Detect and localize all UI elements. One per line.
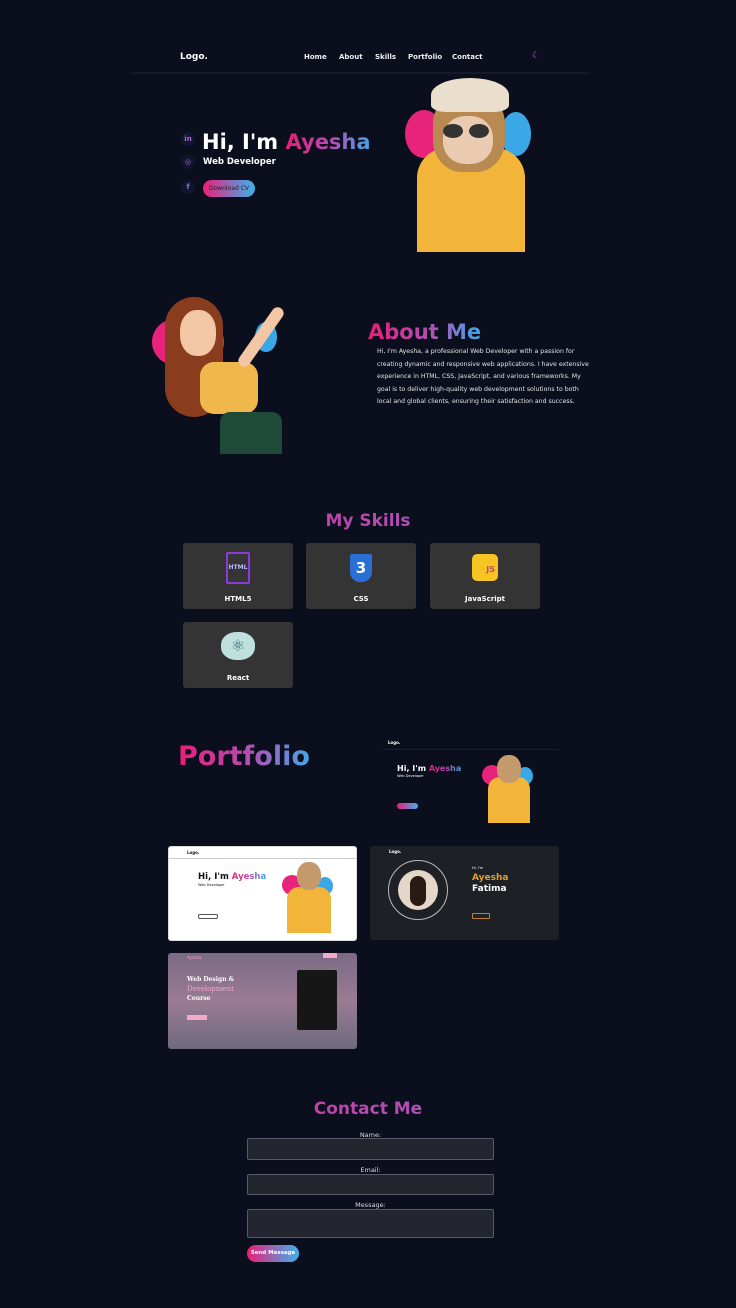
nav-contact[interactable]: Contact <box>452 53 483 61</box>
portfolio-project-3[interactable]: Logo. Hi, I'm Ayesha Fatima <box>370 846 559 940</box>
nav-about[interactable]: About <box>339 53 363 61</box>
email-label: Email: <box>360 1166 381 1174</box>
hero-title: Hi, I'm Ayesha <box>202 130 371 154</box>
html5-icon: HTML <box>226 552 250 584</box>
header-divider <box>130 72 590 74</box>
portfolio-project-1[interactable]: Logo. Hi, I'm Ayesha Web Developer <box>382 737 558 829</box>
skill-label: React <box>226 674 250 682</box>
instagram-icon[interactable]: ◎ <box>181 155 195 169</box>
portfolio-project-2[interactable]: Logo. Hi, I'm Ayesha Web Developer <box>168 846 357 941</box>
skill-card-html5: HTML HTML5 <box>183 543 293 609</box>
about-title: About Me <box>368 320 482 344</box>
skill-card-css: 3 CSS <box>306 543 416 609</box>
thumb-logo: Logo. <box>389 849 402 854</box>
hero-photo <box>405 78 531 253</box>
nav-skills[interactable]: Skills <box>375 53 396 61</box>
send-message-button[interactable]: Send Message <box>247 1245 299 1262</box>
thumb-name: Ayesha <box>472 873 509 883</box>
thumb-intro: Hi, I'm <box>472 866 484 870</box>
thumb-title: Hi, I'm Ayesha <box>198 872 267 882</box>
skill-label: CSS <box>353 595 369 603</box>
nav-home[interactable]: Home <box>304 53 327 61</box>
css3-icon: 3 <box>350 554 372 582</box>
thumb-title: Course <box>187 995 211 1002</box>
thumb-title: Hi, I'm Ayesha <box>397 764 462 773</box>
skills-title: My Skills <box>0 511 736 531</box>
hero-role: Web Developer <box>203 157 276 167</box>
thumb-surname: Fatima <box>472 884 507 894</box>
logo[interactable]: Logo. <box>180 52 208 62</box>
message-label: Message: <box>355 1201 386 1209</box>
message-textarea[interactable] <box>247 1209 494 1238</box>
moon-icon[interactable]: ☾ <box>532 51 540 61</box>
javascript-icon: JS <box>472 554 498 581</box>
portfolio-project-4[interactable]: Ayesha Web Design & Development Course <box>168 953 357 1049</box>
thumb-role: Web Developer <box>397 774 424 778</box>
facebook-icon[interactable]: f <box>181 180 195 194</box>
react-icon: ⚛ <box>221 632 255 660</box>
about-text: Hi, I'm Ayesha, a professional Web Devel… <box>377 348 589 405</box>
contact-title: Contact Me <box>0 1099 736 1119</box>
skill-card-javascript: JS JavaScript <box>430 543 540 609</box>
thumb-logo: Logo. <box>187 850 200 855</box>
skill-label: JavaScript <box>464 595 505 603</box>
thumb-logo: Logo. <box>388 740 401 745</box>
name-input[interactable] <box>247 1138 494 1160</box>
thumb-role: Web Developer <box>198 883 225 887</box>
portfolio-title: Portfolio <box>178 741 310 772</box>
thumb-logo: Ayesha <box>187 955 202 960</box>
about-illustration <box>150 292 330 454</box>
skill-card-react: ⚛ React <box>183 622 293 688</box>
skill-label: HTML5 <box>224 595 252 603</box>
download-cv-button[interactable]: Download CV <box>203 180 255 197</box>
email-input[interactable] <box>247 1174 494 1195</box>
nav-portfolio[interactable]: Portfolio <box>408 53 442 61</box>
thumb-title: Web Design & <box>187 976 235 983</box>
thumb-title: Development <box>187 985 234 993</box>
linkedin-icon[interactable]: in <box>181 132 195 146</box>
